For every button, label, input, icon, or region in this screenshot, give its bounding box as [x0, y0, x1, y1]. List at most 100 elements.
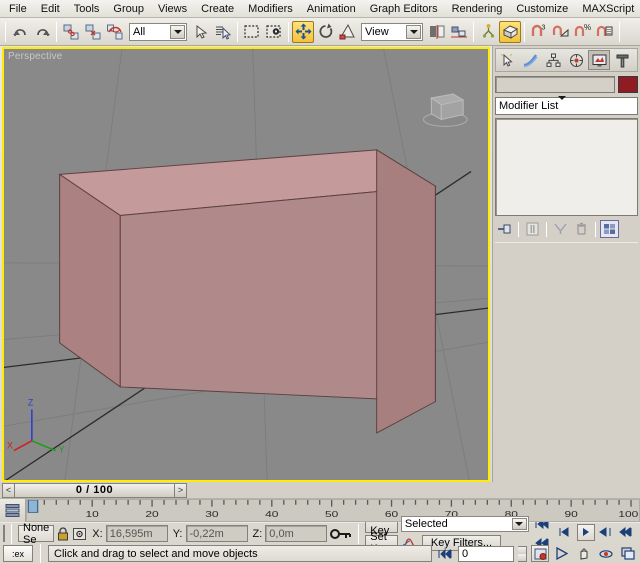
select-by-name-button[interactable] [212, 21, 234, 43]
current-frame-field[interactable]: 0 [458, 546, 514, 562]
select-and-link-button[interactable] [60, 21, 82, 43]
frame-spinner[interactable] [518, 546, 527, 562]
frame-ruler[interactable]: 102030 405060 708090 100 [26, 499, 640, 522]
time-slider[interactable]: < 0 / 100 > [2, 483, 187, 498]
field-of-view-button[interactable] [553, 545, 571, 562]
axis-label-z: Z [28, 398, 34, 408]
undo-button[interactable] [9, 21, 31, 43]
angle-snap-toggle-button[interactable] [550, 21, 572, 43]
stack-separator [595, 222, 596, 237]
modifier-stack-list[interactable] [495, 118, 638, 216]
svg-text:100: 100 [618, 511, 638, 520]
mirror-button[interactable] [426, 21, 448, 43]
max-application-window: File Edit Tools Group Views Create Modif… [0, 0, 640, 563]
menu-item-edit[interactable]: Edit [34, 1, 67, 17]
pan-view-button[interactable] [575, 545, 593, 562]
key-filter-target-combo[interactable]: Selected [401, 516, 529, 532]
command-panel-tabs [495, 48, 638, 72]
align-button[interactable] [448, 21, 470, 43]
snaps-toggle-button[interactable]: 3 [528, 21, 550, 43]
coordinate-z-label: Z: [251, 528, 265, 540]
menu-item-maxscript[interactable]: MAXScript [575, 1, 640, 17]
coordinate-x-group: X: 16,595m [90, 525, 167, 542]
spinner-snap-toggle-button[interactable] [594, 21, 616, 43]
chevron-down-icon[interactable] [406, 25, 421, 39]
goto-end-frame-button[interactable] [436, 545, 454, 562]
bind-to-space-warp-button[interactable] [104, 21, 126, 43]
modifier-list-combo[interactable]: Modifier List [495, 97, 638, 115]
current-frame-label[interactable]: 0 / 100 [15, 483, 174, 498]
material-editor-button[interactable] [499, 21, 521, 43]
select-and-move-button[interactable] [292, 21, 314, 43]
menu-item-group[interactable]: Group [106, 1, 151, 17]
hierarchy-tab[interactable] [542, 50, 564, 70]
rectangular-selection-region-button[interactable] [241, 21, 263, 43]
unlink-selection-button[interactable] [82, 21, 104, 43]
next-frame-button[interactable] [597, 524, 615, 541]
svg-text:90: 90 [564, 511, 578, 520]
coordinate-x-label: X: [90, 528, 104, 540]
modify-tab[interactable] [519, 50, 541, 70]
schematic-view-button[interactable] [477, 21, 499, 43]
selection-filter-combo[interactable]: All [129, 23, 187, 41]
redo-button[interactable] [31, 21, 53, 43]
svg-text:3: 3 [542, 25, 546, 32]
status-separator [358, 524, 359, 544]
select-and-scale-button[interactable] [336, 21, 358, 43]
coordinate-z-field[interactable]: 0,0m [265, 525, 327, 542]
coordinate-x-field[interactable]: 16,595m [106, 525, 168, 542]
utilities-tab[interactable] [611, 50, 633, 70]
menu-item-graph-editors[interactable]: Graph Editors [363, 1, 445, 17]
goto-end-button-2[interactable] [617, 524, 635, 541]
show-end-result-button[interactable] [523, 220, 542, 238]
chevron-down-icon[interactable] [170, 25, 185, 39]
chevron-down-icon[interactable] [512, 518, 527, 530]
arc-rotate-button[interactable] [597, 545, 615, 562]
lock-selection-button[interactable] [57, 525, 69, 543]
svg-text:%: % [584, 23, 591, 32]
menu-item-file[interactable]: File [2, 1, 34, 17]
maxscript-mini-listener[interactable]: :ex [3, 545, 33, 562]
select-and-rotate-button[interactable] [314, 21, 336, 43]
select-object-button[interactable] [190, 21, 212, 43]
menu-item-rendering[interactable]: Rendering [445, 1, 510, 17]
menu-item-create[interactable]: Create [194, 1, 241, 17]
menu-item-customize[interactable]: Customize [509, 1, 575, 17]
modifier-stack-toolbar [495, 219, 638, 239]
main-toolbar: All View [0, 18, 640, 46]
display-tab[interactable] [588, 50, 610, 70]
play-animation-button[interactable] [577, 524, 595, 541]
motion-tab[interactable] [565, 50, 587, 70]
time-controls-area: < 0 / 100 > [0, 482, 640, 522]
object-color-swatch[interactable] [618, 76, 638, 93]
menu-item-animation[interactable]: Animation [300, 1, 363, 17]
key-mode-toggle-button[interactable] [330, 525, 352, 543]
object-name-field[interactable] [495, 76, 615, 93]
pin-stack-button[interactable] [495, 220, 514, 238]
maximize-viewport-toggle-button[interactable] [619, 545, 637, 562]
make-unique-button[interactable] [551, 220, 570, 238]
window-crossing-button[interactable] [263, 21, 285, 43]
previous-frame-button[interactable] [557, 524, 575, 541]
svg-text:50: 50 [325, 511, 339, 520]
perspective-viewport[interactable]: Z Y X Perspective [2, 47, 490, 482]
modifier-list-label: Modifier List [499, 100, 558, 112]
toolbar-separator [5, 22, 6, 42]
next-frame-arrow[interactable]: > [174, 483, 187, 498]
stack-separator [518, 222, 519, 237]
open-mini-curve-editor-button[interactable] [0, 499, 26, 522]
menu-item-views[interactable]: Views [151, 1, 194, 17]
menu-item-modifiers[interactable]: Modifiers [241, 1, 300, 17]
create-tab[interactable] [496, 50, 518, 70]
configure-modifier-sets-button[interactable] [600, 220, 619, 238]
chevron-down-icon[interactable] [558, 100, 566, 112]
absolute-relative-transform-button[interactable] [72, 525, 87, 543]
previous-frame-arrow[interactable]: < [2, 483, 15, 498]
menu-item-tools[interactable]: Tools [67, 1, 107, 17]
percent-snap-toggle-button[interactable]: % [572, 21, 594, 43]
reference-coordinate-system-combo[interactable]: View [361, 23, 423, 41]
time-configuration-button[interactable] [531, 545, 549, 562]
remove-modifier-button[interactable] [572, 220, 591, 238]
menu-bar: File Edit Tools Group Views Create Modif… [0, 0, 640, 18]
coordinate-y-field[interactable]: -0,22m [186, 525, 248, 542]
